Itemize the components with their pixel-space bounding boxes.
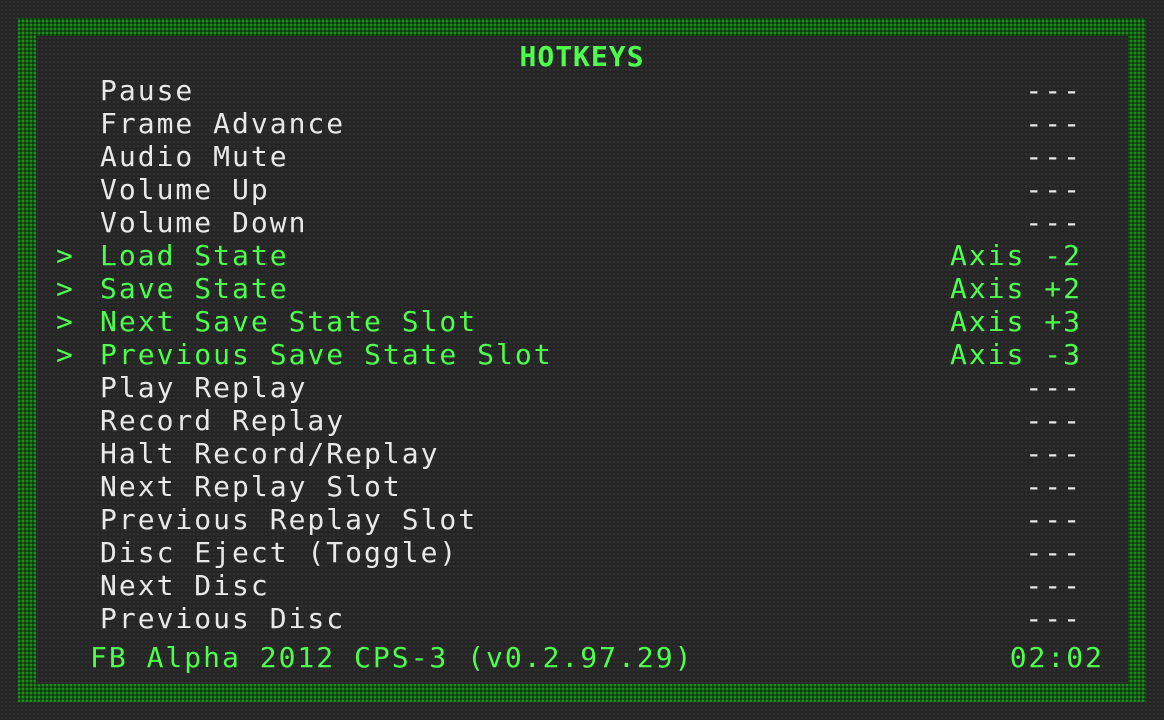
hotkey-label: Load State	[100, 239, 289, 272]
hotkey-binding-value: Axis +3	[949, 305, 1082, 338]
hotkey-binding-value: ---	[1025, 437, 1082, 470]
hotkey-row[interactable]: Previous Replay Slot ---	[0, 503, 1164, 536]
hotkey-row[interactable]: Next Replay Slot ---	[0, 470, 1164, 503]
hotkey-row[interactable]: Next Disc ---	[0, 569, 1164, 602]
hotkey-binding-value: Axis -2	[949, 239, 1082, 272]
hotkey-row[interactable]: > Load State Axis -2	[0, 239, 1164, 272]
menu-title: HOTKEYS	[519, 40, 645, 73]
hotkey-binding-value: ---	[1025, 107, 1082, 140]
hotkey-binding-value: ---	[1025, 404, 1082, 437]
hotkey-row[interactable]: Audio Mute ---	[0, 140, 1164, 173]
hotkey-label: Frame Advance	[100, 107, 346, 140]
clock-label: 02:02	[1009, 641, 1104, 674]
hotkey-label: Previous Replay Slot	[100, 503, 478, 536]
hotkey-row[interactable]: > Save State Axis +2	[0, 272, 1164, 305]
hotkey-label: Next Save State Slot	[100, 305, 478, 338]
hotkey-row[interactable]: Pause ---	[0, 74, 1164, 107]
hotkey-label: Volume Up	[100, 173, 270, 206]
hotkey-label: Audio Mute	[100, 140, 289, 173]
core-name-label: FB Alpha 2012 CPS-3 (v0.2.97.29)	[90, 641, 694, 674]
hotkey-label: Volume Down	[100, 206, 308, 239]
hotkey-row[interactable]: Previous Disc ---	[0, 602, 1164, 635]
hotkey-row[interactable]: > Next Save State Slot Axis +3	[0, 305, 1164, 338]
hotkey-list: Pause --- Frame Advance --- Audio Mute --- Vol…	[0, 74, 1164, 635]
hotkey-label: Next Disc	[100, 569, 270, 602]
hotkey-binding-value: ---	[1025, 569, 1082, 602]
status-footer: FB Alpha 2012 CPS-3 (v0.2.97.29) 02:02	[0, 640, 1164, 676]
selection-cursor-icon: >	[56, 338, 75, 371]
hotkey-label: Disc Eject (Toggle)	[100, 536, 459, 569]
hotkey-row[interactable]: Disc Eject (Toggle) ---	[0, 536, 1164, 569]
selection-cursor-icon: >	[56, 239, 75, 272]
hotkey-label: Halt Record/Replay	[100, 437, 440, 470]
selection-cursor-icon: >	[56, 272, 75, 305]
hotkey-label: Pause	[100, 74, 195, 107]
hotkey-binding-value: ---	[1025, 503, 1082, 536]
hotkey-row[interactable]: Frame Advance ---	[0, 107, 1164, 140]
hotkey-binding-value: Axis -3	[949, 338, 1082, 371]
hotkey-row[interactable]: Record Replay ---	[0, 404, 1164, 437]
hotkey-label: Previous Disc	[100, 602, 346, 635]
hotkey-label: Previous Save State Slot	[100, 338, 553, 371]
hotkey-label: Next Replay Slot	[100, 470, 402, 503]
hotkey-binding-value: ---	[1025, 140, 1082, 173]
selection-cursor-icon: >	[56, 305, 75, 338]
hotkey-label: Record Replay	[100, 404, 346, 437]
hotkey-row[interactable]: Play Replay ---	[0, 371, 1164, 404]
hotkey-binding-value: ---	[1025, 371, 1082, 404]
hotkey-binding-value: Axis +2	[949, 272, 1082, 305]
hotkey-binding-value: ---	[1025, 470, 1082, 503]
hotkey-binding-value: ---	[1025, 536, 1082, 569]
hotkey-row[interactable]: Volume Down ---	[0, 206, 1164, 239]
hotkey-binding-value: ---	[1025, 74, 1082, 107]
hotkey-label: Play Replay	[100, 371, 308, 404]
hotkey-label: Save State	[100, 272, 289, 305]
hotkey-binding-value: ---	[1025, 602, 1082, 635]
hotkey-row[interactable]: > Previous Save State Slot Axis -3	[0, 338, 1164, 371]
hotkey-row[interactable]: Halt Record/Replay ---	[0, 437, 1164, 470]
hotkey-binding-value: ---	[1025, 206, 1082, 239]
hotkey-binding-value: ---	[1025, 173, 1082, 206]
hotkey-row[interactable]: Volume Up ---	[0, 173, 1164, 206]
